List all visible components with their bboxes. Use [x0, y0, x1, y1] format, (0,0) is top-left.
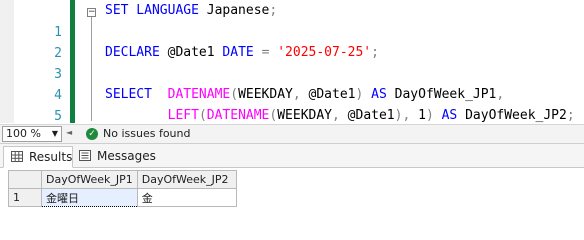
chevron-down-icon: ▼: [51, 129, 58, 138]
code-line-6[interactable]: 6 LEFT(DATENAME(WEEKDAY, @Date1), 1) AS …: [0, 105, 584, 123]
tab-results-label: Results: [29, 150, 73, 164]
issues-status[interactable]: No issues found: [103, 127, 190, 141]
sql-keyword: DATE: [222, 45, 262, 60]
sql-punctuation: ,: [496, 87, 505, 102]
tab-messages[interactable]: Messages: [72, 146, 156, 166]
sql-keyword: SET LANGUAGE: [105, 3, 207, 18]
sql-punctuation: ;: [269, 3, 278, 18]
sql-identifier: @Date1: [347, 108, 395, 123]
tab-results[interactable]: Results: [3, 146, 73, 168]
grid-icon: [11, 151, 23, 162]
editor-status-bar: 100 % ▼ ◄ ✓ No issues found: [0, 124, 584, 143]
sql-keyword: SELECT: [105, 87, 168, 102]
sql-identifier: Japanese: [206, 3, 270, 18]
zoom-dropdown[interactable]: 100 % ▼: [2, 126, 62, 142]
query-editor[interactable]: − 1 SET LANGUAGE Japanese; 2 3 DECLARE @…: [0, 0, 584, 123]
column-header[interactable]: DayOfWeek_JP1: [41, 170, 138, 189]
code-line-4[interactable]: 4: [0, 63, 584, 103]
sql-identifier: WEEKDAY: [277, 108, 333, 123]
sql-identifier: @Date1: [308, 87, 356, 102]
grid-cell[interactable]: 金曜日: [41, 188, 138, 207]
code-line-2[interactable]: 2: [0, 21, 584, 61]
sql-punctuation: =: [261, 45, 278, 60]
check-circle-icon: ✓: [86, 128, 98, 140]
code-text: DECLARE @Date1 DATE = '2025-07-25';: [105, 42, 379, 64]
code-text: SELECT DATENAME(WEEKDAY, @Date1) AS DayO…: [105, 84, 504, 106]
sql-identifier: 1: [418, 108, 426, 123]
sql-punctuation: ),: [394, 108, 419, 123]
sql-punctuation: ): [355, 87, 372, 102]
zoom-value: 100 %: [6, 127, 41, 140]
sql-punctuation: ;: [566, 108, 575, 123]
sql-punctuation: (: [198, 108, 207, 123]
grid-header-row: DayOfWeek_JP1 DayOfWeek_JP2: [8, 170, 237, 189]
column-header[interactable]: DayOfWeek_JP2: [136, 170, 237, 189]
sql-punctuation: (: [230, 87, 239, 102]
code-text: SET LANGUAGE Japanese;: [105, 0, 277, 22]
results-tab-strip: Results Messages: [0, 144, 584, 168]
sql-keyword: DECLARE: [105, 45, 168, 60]
sql-identifier: DayOfWeek_JP2: [465, 108, 567, 123]
results-grid[interactable]: DayOfWeek_JP1 DayOfWeek_JP2 1 金曜日 金: [8, 170, 237, 207]
code-line-1[interactable]: 1 SET LANGUAGE Japanese;: [0, 0, 584, 40]
grid-cell[interactable]: 金: [136, 188, 237, 207]
sql-identifier: [105, 108, 168, 123]
grid-corner[interactable]: [8, 170, 42, 189]
code-text: LEFT(DATENAME(WEEKDAY, @Date1), 1) AS Da…: [105, 105, 575, 123]
sql-identifier: WEEKDAY: [238, 87, 293, 102]
sql-function: DATENAME: [206, 108, 270, 123]
row-number[interactable]: 1: [8, 188, 42, 207]
tab-messages-label: Messages: [97, 149, 156, 163]
sql-punctuation: ,: [332, 108, 348, 123]
sql-keyword: AS: [371, 87, 395, 102]
sql-punctuation: ,: [292, 87, 309, 102]
code-line-5[interactable]: 5 SELECT DATENAME(WEEKDAY, @Date1) AS Da…: [0, 84, 584, 123]
scroll-left-icon[interactable]: ◄: [66, 128, 72, 137]
sql-punctuation: ;: [371, 45, 379, 60]
results-pane: Results Messages DayOfWeek_JP1 DayOfWeek…: [0, 143, 584, 235]
document-icon: [79, 150, 91, 161]
sql-function: LEFT: [167, 108, 199, 123]
sql-identifier: DayOfWeek_JP1: [394, 87, 497, 102]
sql-string: '2025-07-25': [277, 45, 372, 60]
sql-keyword: AS: [441, 108, 466, 123]
sql-identifier: @Date1: [167, 45, 223, 60]
sql-function: DATENAME: [167, 87, 231, 102]
sql-punctuation: ): [425, 108, 442, 123]
table-row[interactable]: 1 金曜日 金: [8, 188, 237, 207]
code-line-3[interactable]: 3 DECLARE @Date1 DATE = '2025-07-25';: [0, 42, 584, 82]
